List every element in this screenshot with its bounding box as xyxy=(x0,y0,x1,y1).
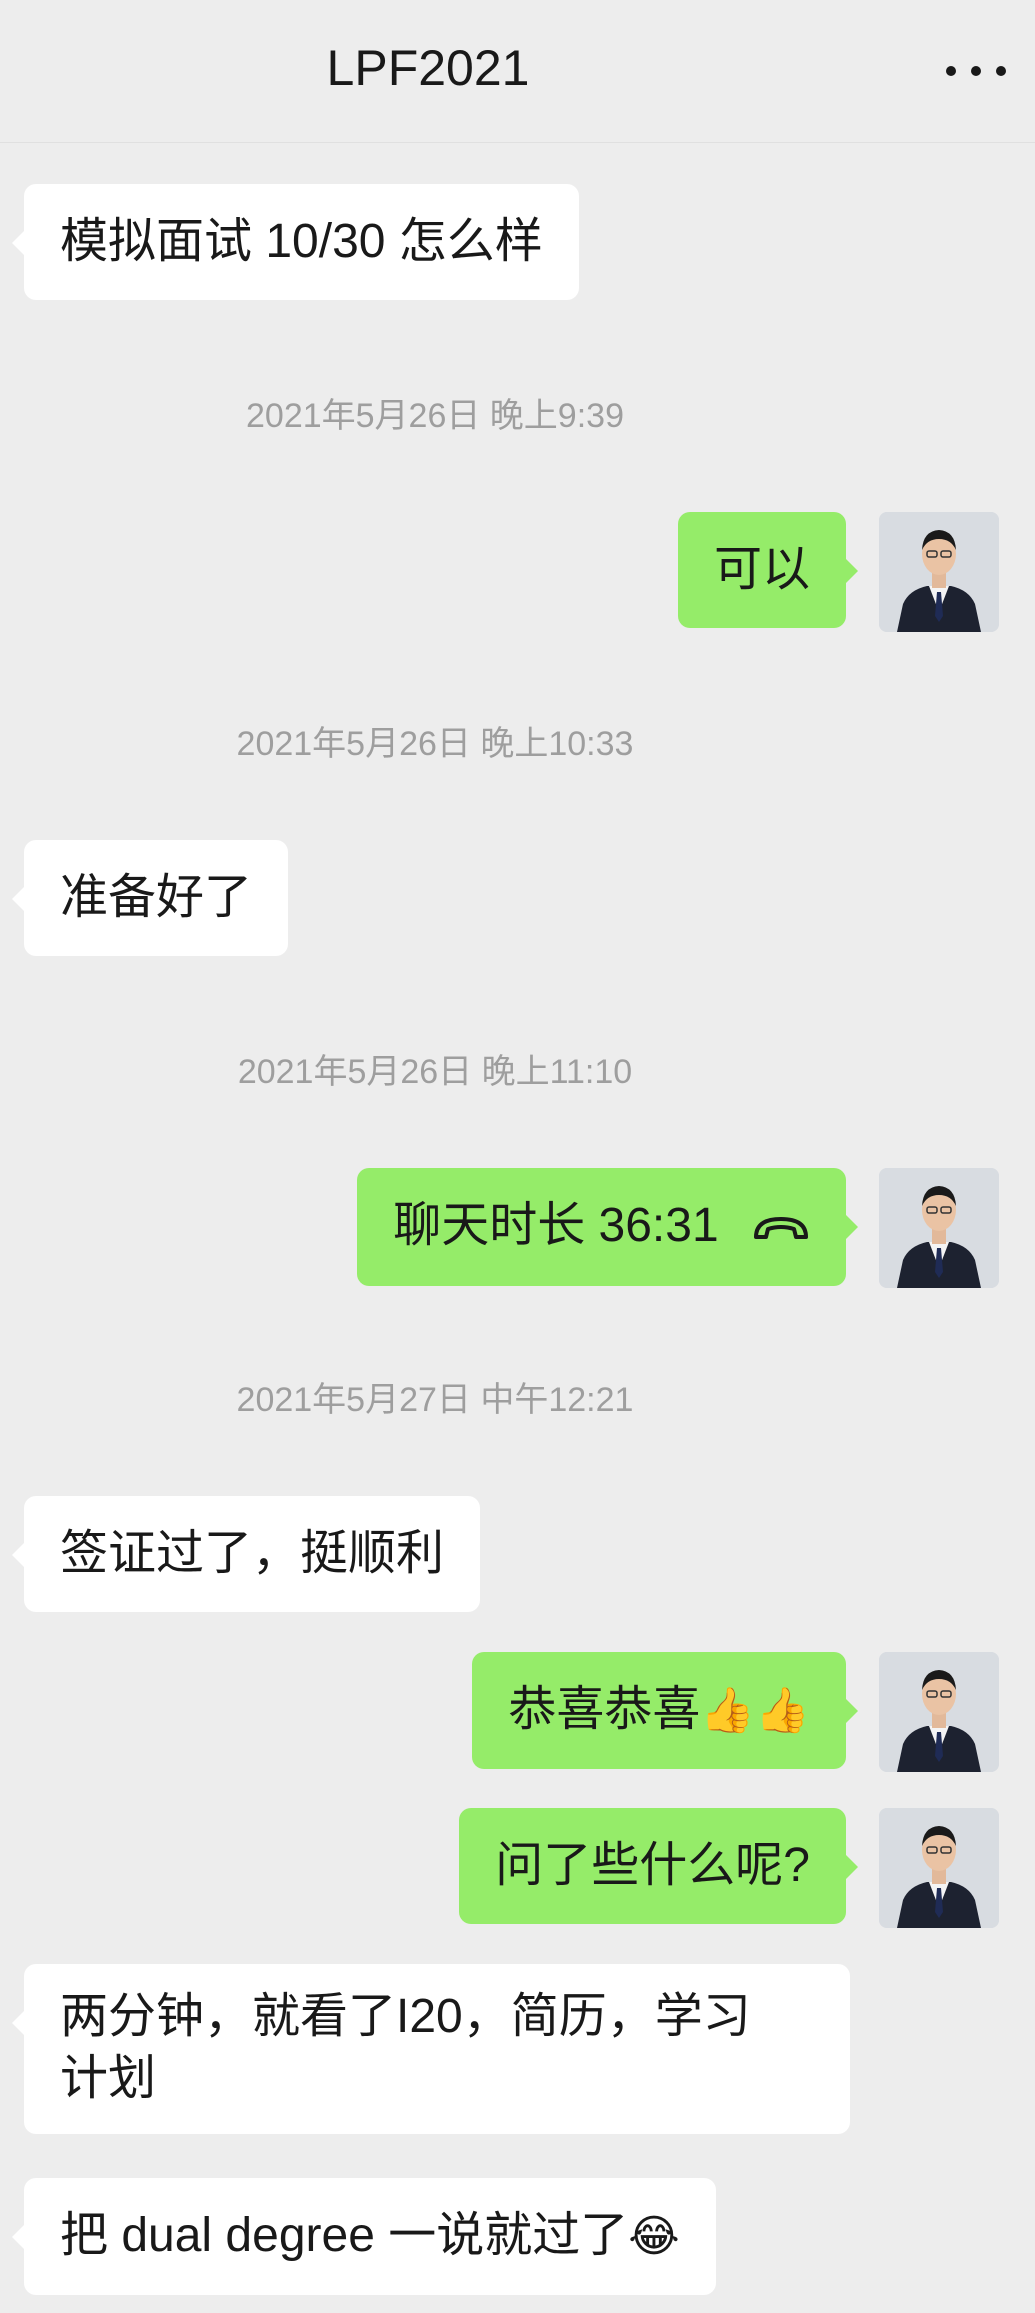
message-bubble-incoming[interactable]: 两分钟，就看了I20，简历，学习 计划 xyxy=(12,1964,850,2134)
avatar-image xyxy=(879,512,999,632)
chat-title: LPF2021 xyxy=(326,40,530,96)
timestamp: 2021年5月27日 中午12:21 xyxy=(236,1381,634,1419)
more-dots-icon[interactable] xyxy=(941,46,1011,96)
laughing-emoji: 😂 xyxy=(628,2211,680,2262)
thumbs-up-emoji: 👍👍 xyxy=(700,1685,810,1736)
chat-header: LPF2021 xyxy=(0,0,1035,143)
message-bubble-outgoing[interactable]: 恭喜恭喜👍👍 xyxy=(472,1652,858,1769)
message-text: 恭喜恭喜 xyxy=(508,1683,701,1736)
message-text: 问了些什么呢? xyxy=(495,1839,810,1892)
message-text: 模拟面试 10/30 怎么样 xyxy=(60,215,543,268)
avatar[interactable] xyxy=(879,1168,999,1288)
avatar[interactable] xyxy=(879,1808,999,1928)
avatar-image xyxy=(879,1652,999,1772)
message-bubble-incoming[interactable]: 准备好了 xyxy=(11,840,289,956)
message-text: 签证过了，挺顺利 xyxy=(60,1527,445,1580)
message-bubble-incoming[interactable]: 签证过了，挺顺利 xyxy=(11,1496,481,1612)
message-text: 可以 xyxy=(713,543,810,596)
message-text: 准备好了 xyxy=(60,871,253,924)
timestamp: 2021年5月26日 晚上10:33 xyxy=(236,725,634,763)
message-text: 聊天时长 36:31 xyxy=(393,1199,719,1252)
avatar[interactable] xyxy=(879,1652,999,1772)
message-bubble-outgoing[interactable]: 可以 xyxy=(677,512,859,628)
message-bubble-outgoing[interactable]: 问了些什么呢? xyxy=(459,1808,858,1924)
message-bubble-incoming[interactable]: 把 dual degree 一说就过了😂 xyxy=(12,2178,716,2295)
message-text: 把 dual degree 一说就过了 xyxy=(60,2209,629,2262)
message-bubble-incoming[interactable]: 模拟面试 10/30 怎么样 xyxy=(12,184,579,300)
avatar[interactable] xyxy=(879,512,999,632)
timestamp: 2021年5月26日 晚上11:10 xyxy=(237,1053,633,1091)
avatar-image xyxy=(879,1168,999,1288)
timestamp: 2021年5月26日 晚上9:39 xyxy=(246,397,624,435)
phone-hangup-icon xyxy=(752,1197,810,1259)
message-text-line-1: 两分钟，就看了I20，简历，学习 xyxy=(60,1990,751,2043)
avatar-image xyxy=(879,1808,999,1928)
call-duration-bubble[interactable]: 聊天时长 36:31 xyxy=(357,1168,858,1287)
message-text-line-2: 计划 xyxy=(60,2052,157,2105)
